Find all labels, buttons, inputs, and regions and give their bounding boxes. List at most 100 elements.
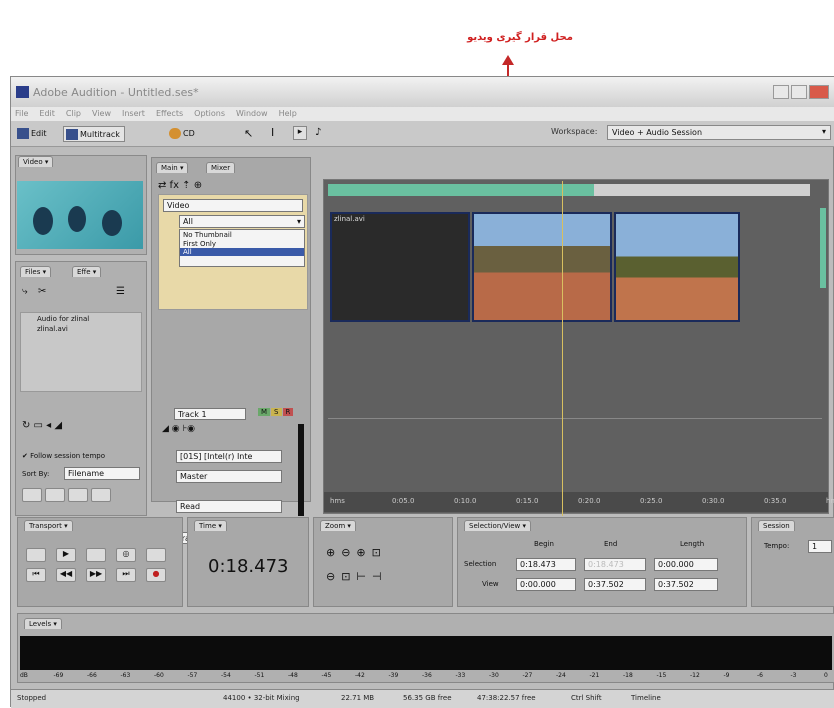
filter-midi-button[interactable] xyxy=(91,488,111,502)
solo-button[interactable]: S xyxy=(271,408,282,416)
time-display: 0:18.473 xyxy=(208,556,289,577)
multitrack-view-button[interactable]: Multitrack xyxy=(63,126,125,142)
track-toolbar-icons[interactable]: ⇄ fx ⇡ ⊕ xyxy=(158,180,202,191)
time-select-tool-icon[interactable]: I xyxy=(271,126,274,139)
scrub-tool-icon[interactable]: ♪ xyxy=(315,127,321,138)
loop-play-button[interactable]: ◎ xyxy=(116,548,136,562)
level-scale-label: -18 xyxy=(623,672,633,679)
file-item[interactable]: Audio for zlinal xyxy=(37,315,89,323)
tab-files[interactable]: Files ▾ xyxy=(20,266,52,277)
play-file-icon[interactable]: ↻ ▭ ◂ ◢ xyxy=(22,420,62,431)
tab-main[interactable]: Main ▾ xyxy=(156,162,189,173)
track1-input[interactable]: [01S] [Intel(r) Inte xyxy=(176,450,282,463)
filter-loop-button[interactable] xyxy=(45,488,65,502)
record-button[interactable]: R xyxy=(282,408,294,416)
menu-item[interactable]: Effects xyxy=(156,109,183,118)
edit-view-button[interactable]: Edit xyxy=(15,126,51,142)
zoom-in-icon[interactable]: ⊕⊖⊕⊡ xyxy=(326,546,387,559)
menu-item[interactable]: File xyxy=(15,109,28,118)
level-scale-label: -63 xyxy=(120,672,131,679)
follow-tempo-checkbox[interactable]: ✔ Follow session tempo xyxy=(22,452,105,460)
selection-begin-field[interactable]: 0:18.473 xyxy=(516,558,576,571)
go-start-button[interactable]: ⏮ xyxy=(26,568,46,582)
tab-session[interactable]: Session xyxy=(758,520,795,531)
menu-item[interactable]: Help xyxy=(279,109,297,118)
level-meter xyxy=(20,636,832,670)
go-end-button[interactable]: ⏭ xyxy=(116,568,136,582)
filter-video-button[interactable] xyxy=(68,488,88,502)
tab-selection-view[interactable]: Selection/View ▾ xyxy=(464,520,531,531)
close-file-icon[interactable]: ✂ xyxy=(38,286,46,297)
clip-name: zlinal.avi xyxy=(334,215,365,223)
file-item[interactable]: zlinal.avi xyxy=(37,325,68,333)
tab-levels[interactable]: Levels ▾ xyxy=(24,618,62,629)
timeline-area[interactable]: zlinal.avi hms 0:05.0 0:10.0 0:15.0 0:20.0 0:… xyxy=(323,179,834,514)
close-button[interactable] xyxy=(809,85,829,99)
import-file-icon[interactable]: ⤷ xyxy=(22,286,28,297)
level-scale-label: 0 xyxy=(824,672,828,679)
volume-knob-icon[interactable]: ◢ ◉ ⊦◉ xyxy=(162,424,195,434)
time-ruler[interactable]: hms 0:05.0 0:10.0 0:15.0 0:20.0 0:25.0 0:30.0 0… xyxy=(324,492,834,512)
option-no-thumbnail[interactable]: No Thumbnail xyxy=(180,230,304,240)
move-tool-icon[interactable]: ↖ xyxy=(244,127,253,140)
sort-dropdown[interactable]: Filename xyxy=(64,467,140,480)
track1-name[interactable]: Track 1 xyxy=(174,408,246,420)
zoom-scroll-thumb[interactable] xyxy=(328,184,594,196)
tab-time[interactable]: Time ▾ xyxy=(194,520,227,531)
minimize-button[interactable] xyxy=(773,85,789,99)
stop-button[interactable] xyxy=(26,548,46,562)
cd-view-button[interactable]: CD xyxy=(167,126,199,142)
tab-zoom[interactable]: Zoom ▾ xyxy=(320,520,356,531)
level-scale-label: -21 xyxy=(589,672,600,679)
tab-mixer[interactable]: Mixer xyxy=(206,162,236,173)
workspace-dropdown[interactable]: Video + Audio Session ▾ xyxy=(607,125,831,140)
view-end-field[interactable]: 0:37.502 xyxy=(584,578,646,591)
selection-end-field[interactable]: 0:18.473 xyxy=(584,558,646,571)
option-first-only[interactable]: First Only xyxy=(180,240,304,248)
level-scale-label: -42 xyxy=(355,672,365,679)
video-track-name[interactable]: Video xyxy=(163,199,303,212)
maximize-button[interactable] xyxy=(791,85,807,99)
tab-transport[interactable]: Transport ▾ xyxy=(24,520,73,531)
track1-output[interactable]: Master xyxy=(176,470,282,483)
menu-item[interactable]: Insert xyxy=(122,109,145,118)
track-controls-panel: Main ▾ Mixer ⇄ fx ⇡ ⊕ Video All ▾ No Thum… xyxy=(151,157,311,544)
selection-view-panel: Selection/View ▾ Begin End Length Select… xyxy=(457,517,747,607)
menu-bar: File Edit Clip View Insert Effects Options Wind… xyxy=(11,107,834,121)
menu-item[interactable]: Options xyxy=(194,109,225,118)
zoom-out-icon[interactable]: ⊖⊡⊢⊣ xyxy=(326,570,388,583)
record-transport-button[interactable]: ● xyxy=(146,568,166,582)
tab-effects[interactable]: Effe ▾ xyxy=(72,266,102,277)
file-filter-buttons xyxy=(22,488,111,502)
level-scale-label: -24 xyxy=(556,672,566,679)
view-length-field[interactable]: 0:37.502 xyxy=(654,578,718,591)
menu-item[interactable]: Edit xyxy=(39,109,55,118)
pause-button[interactable] xyxy=(86,548,106,562)
menu-item[interactable]: Clip xyxy=(66,109,81,118)
menu-item[interactable]: Window xyxy=(236,109,268,118)
playhead[interactable] xyxy=(562,181,563,516)
level-scale-label: dB xyxy=(20,672,28,679)
vertical-scrollbar[interactable] xyxy=(820,208,826,288)
ruler-tick-label: 0:10.0 xyxy=(454,497,477,505)
thumbnail-dropdown[interactable]: All ▾ xyxy=(179,215,305,228)
option-all[interactable]: All xyxy=(180,248,304,256)
track1-automation[interactable]: Read xyxy=(176,500,282,513)
filter-audio-button[interactable] xyxy=(22,488,42,502)
play-button[interactable]: ▶ xyxy=(56,548,76,562)
level-scale-label: -3 xyxy=(790,672,797,679)
level-scale-label: -69 xyxy=(53,672,64,679)
tempo-field[interactable]: 1 xyxy=(808,540,832,553)
chevron-down-icon: ▾ xyxy=(821,127,826,136)
mute-button[interactable]: M xyxy=(258,408,271,416)
view-begin-field[interactable]: 0:00.000 xyxy=(516,578,576,591)
hybrid-tool-icon[interactable]: ▸ xyxy=(293,126,307,140)
fast-forward-button[interactable]: ▶▶ xyxy=(86,568,106,582)
play-to-end-button[interactable] xyxy=(146,548,166,562)
selection-length-field[interactable]: 0:00.000 xyxy=(654,558,718,571)
level-scale-label: -15 xyxy=(656,672,667,679)
rewind-button[interactable]: ◀◀ xyxy=(56,568,76,582)
tab-video[interactable]: Video ▾ xyxy=(18,156,54,167)
file-options-icon[interactable]: ☰ xyxy=(116,286,125,297)
menu-item[interactable]: View xyxy=(92,109,111,118)
